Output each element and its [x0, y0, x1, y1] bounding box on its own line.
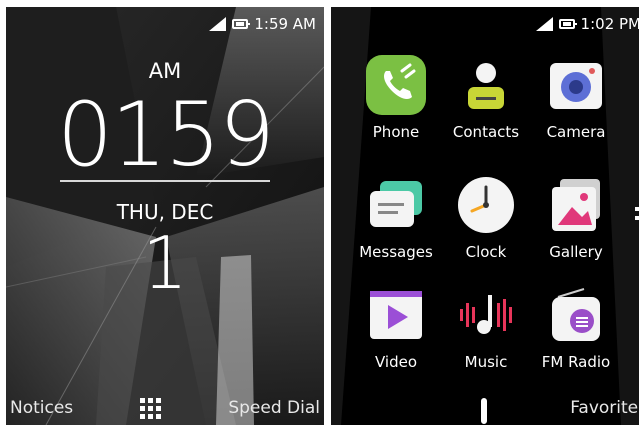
lock-screen: 1:59 AM AM 0159 THU, DEC 1 Notices Speed…	[6, 7, 324, 425]
home-softkeys: Favorites	[331, 391, 639, 425]
messages-icon	[364, 173, 428, 237]
video-icon	[364, 283, 428, 347]
favorites-softkey[interactable]: Favorites	[570, 398, 639, 418]
app-phone[interactable]: Phone	[348, 53, 444, 141]
notices-softkey[interactable]: Notices	[10, 398, 73, 418]
app-gallery[interactable]: Gallery	[528, 173, 624, 261]
battery-icon	[232, 19, 251, 29]
app-clock[interactable]: Clock	[438, 173, 534, 261]
app-label: Gallery	[549, 243, 603, 261]
app-grid-icon[interactable]	[140, 397, 162, 419]
app-camera[interactable]: Camera	[528, 53, 624, 141]
app-video[interactable]: Video	[348, 283, 444, 371]
music-icon	[454, 283, 518, 347]
clock-divider	[60, 180, 270, 182]
status-bar: 1:59 AM	[209, 13, 316, 35]
signal-icon	[535, 17, 553, 31]
app-label: Video	[374, 353, 418, 371]
lock-softkeys: Notices Speed Dial	[6, 391, 324, 425]
app-label: Music	[464, 353, 508, 371]
clock-ampm: AM	[148, 59, 182, 83]
app-label: Clock	[465, 243, 507, 261]
phone-icon	[364, 53, 428, 117]
clock-icon	[454, 173, 518, 237]
app-label: Contacts	[452, 123, 520, 141]
clock-day: 1	[142, 221, 188, 305]
home-icon[interactable]	[481, 398, 487, 424]
status-bar: 1:02 PM	[535, 13, 639, 35]
speed-dial-softkey[interactable]: Speed Dial	[228, 398, 320, 418]
page-indicator-dots	[635, 207, 639, 225]
app-label: FM Radio	[541, 353, 611, 371]
app-contacts[interactable]: Contacts	[438, 53, 534, 141]
contacts-icon	[454, 53, 518, 117]
clock-time: 0159	[57, 83, 275, 186]
status-time: 1:02 PM	[580, 15, 639, 33]
gallery-icon	[544, 173, 608, 237]
app-music[interactable]: Music	[438, 283, 534, 371]
radio-icon	[544, 283, 608, 347]
app-label: Messages	[359, 243, 433, 261]
status-time: 1:59 AM	[254, 15, 316, 33]
signal-icon	[209, 17, 227, 31]
camera-icon	[544, 53, 608, 117]
home-screen: 1:02 PM Phone Contacts Camera Messages C…	[331, 7, 639, 425]
app-messages[interactable]: Messages	[348, 173, 444, 261]
battery-icon	[558, 19, 577, 29]
app-fm-radio[interactable]: FM Radio	[528, 283, 624, 371]
app-label: Camera	[546, 123, 606, 141]
app-label: Phone	[372, 123, 420, 141]
